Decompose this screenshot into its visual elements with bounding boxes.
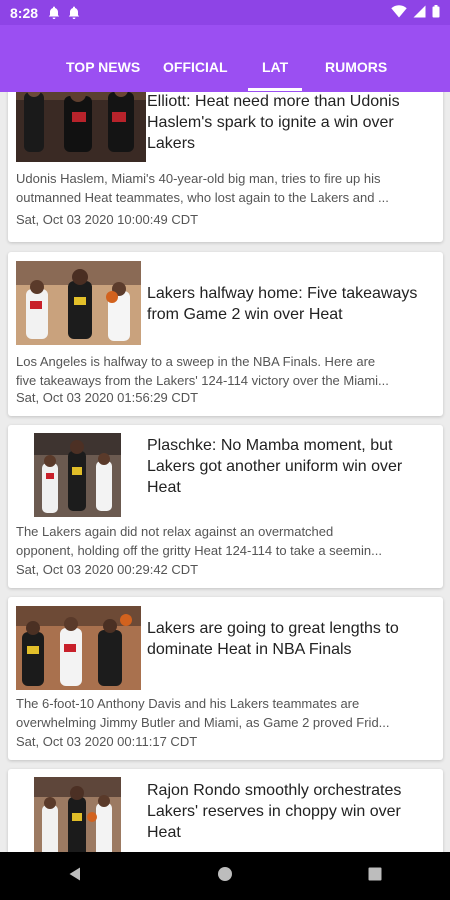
article-summary: Los Angeles is halfway to a sweep in the… (16, 352, 438, 390)
headline-line: dominate Heat in NBA Finals (147, 641, 352, 658)
article-summary: The 6-foot-10 Anthony Davis and his Lake… (16, 694, 438, 732)
article-thumbnail (16, 92, 146, 162)
status-time: 8:28 (10, 4, 39, 21)
article-date: Sat, Oct 03 2020 10:00:49 CDT (16, 212, 199, 227)
article-headline: Lakers are going to great lengths to dom… (147, 618, 437, 660)
article-headline: Lakers halfway home: Five takeaways from… (147, 283, 437, 325)
article-thumbnail (34, 777, 121, 852)
headline-line: Heat (147, 824, 181, 841)
article-date: Sat, Oct 03 2020 01:56:29 CDT (16, 390, 199, 405)
article-thumbnail (16, 261, 141, 345)
tab-official[interactable]: OFFICIAL (163, 58, 228, 84)
battery-icon (432, 4, 440, 21)
summary-line: opponent, holding off the gritty Heat 12… (16, 543, 382, 558)
status-bar: 8:28 (0, 0, 450, 25)
article-date: Sat, Oct 03 2020 00:29:42 CDT (16, 562, 199, 577)
news-card[interactable]: Lakers halfway home: Five takeaways from… (8, 252, 443, 416)
headline-line: Lakers are going to great lengths to (147, 620, 399, 637)
headline-line: Lakers' reserves in choppy win over (147, 803, 401, 820)
headline-line: Heat (147, 479, 181, 496)
headline-line: Lakers (147, 135, 196, 152)
summary-line: five takeaways from the Lakers' 124-114 … (16, 373, 389, 388)
article-summary: The Lakers again did not relax against a… (16, 522, 438, 560)
home-icon[interactable] (217, 866, 233, 887)
tab-rumors[interactable]: RUMORS (325, 58, 387, 84)
article-thumbnail (34, 433, 121, 517)
tab-label: RUMORS (325, 59, 388, 75)
tab-top-news[interactable]: TOP NEWS (66, 58, 140, 84)
headline-line: Lakers got another uniform win over (147, 458, 403, 475)
app-bar: TOP NEWS OFFICIAL LAT RUMORS (0, 25, 450, 92)
article-summary: Udonis Haslem, Miami's 40-year-old big m… (16, 169, 438, 207)
article-date: Sat, Oct 03 2020 00:11:17 CDT (16, 734, 198, 749)
notification-icon (68, 6, 80, 19)
recents-icon[interactable] (367, 866, 383, 887)
news-feed[interactable]: Elliott: Heat need more than Udonis Hasl… (0, 92, 450, 852)
headline-line: Lakers halfway home: Five takeaways (147, 285, 418, 302)
news-card[interactable]: Lakers are going to great lengths to dom… (8, 597, 443, 760)
system-nav-bar (0, 852, 450, 900)
headline-line: Elliott: Heat need more than Udonis (147, 93, 400, 110)
back-icon[interactable] (67, 866, 83, 887)
headline-line: Plaschke: No Mamba moment, but (147, 437, 393, 454)
summary-line: The 6-foot-10 Anthony Davis and his Lake… (16, 696, 360, 711)
headline-line: from Game 2 win over Heat (147, 306, 343, 323)
tab-label: TOP NEWS (66, 59, 141, 75)
summary-line: outmanned Heat teammates, who lost again… (16, 190, 389, 205)
news-card[interactable]: Elliott: Heat need more than Udonis Hasl… (8, 92, 443, 242)
news-card[interactable]: Plaschke: No Mamba moment, but Lakers go… (8, 425, 443, 588)
article-headline: Elliott: Heat need more than Udonis Hasl… (147, 92, 437, 154)
tab-lat[interactable]: LAT (248, 58, 303, 91)
headline-line: Haslem's spark to ignite a win over (147, 114, 394, 131)
wifi-icon (391, 4, 407, 21)
news-card[interactable]: Rajon Rondo smoothly orchestrates Lakers… (8, 769, 443, 852)
tab-label: LAT (262, 59, 289, 75)
article-thumbnail (16, 606, 141, 690)
signal-icon (413, 5, 426, 21)
summary-line: Los Angeles is halfway to a sweep in the… (16, 354, 376, 369)
summary-line: overwhelming Jimmy Butler and Miami, as … (16, 715, 390, 730)
summary-line: Udonis Haslem, Miami's 40-year-old big m… (16, 171, 381, 186)
summary-line: The Lakers again did not relax against a… (16, 524, 334, 539)
article-headline: Rajon Rondo smoothly orchestrates Lakers… (147, 780, 437, 843)
tab-label: OFFICIAL (163, 59, 228, 75)
tab-active-indicator (248, 88, 303, 91)
notification-icon (48, 6, 60, 19)
headline-line: Rajon Rondo smoothly orchestrates (147, 782, 402, 799)
article-headline: Plaschke: No Mamba moment, but Lakers go… (147, 435, 437, 498)
